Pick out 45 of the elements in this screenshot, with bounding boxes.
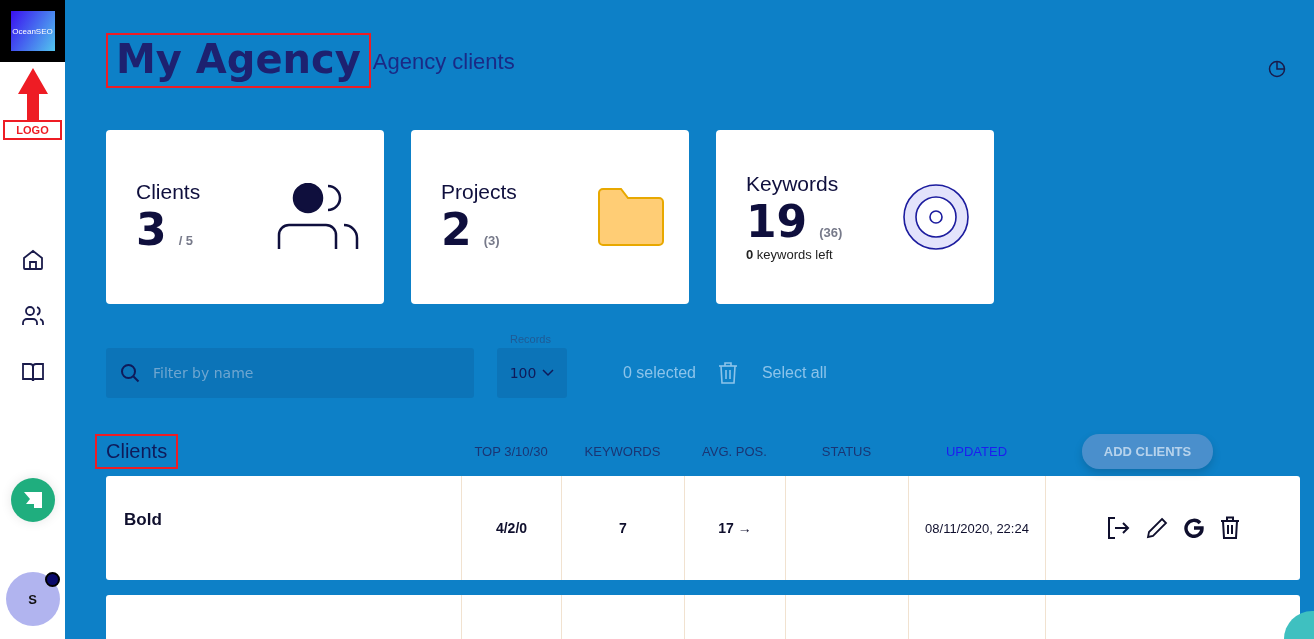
flag-icon (21, 490, 44, 510)
stat-value: 3 (136, 203, 167, 255)
table-cell: 17 → (718, 520, 752, 536)
logout-icon[interactable] (1106, 516, 1130, 540)
annotation-label: LOGO (3, 120, 62, 140)
target-icon (902, 183, 970, 251)
client-name: Bold (124, 510, 162, 530)
pie-chart-icon[interactable] (1268, 60, 1286, 78)
users-icon (276, 183, 360, 251)
delete-icon[interactable] (1220, 516, 1240, 540)
stat-value: 19 (746, 196, 808, 247)
column-header[interactable]: KEYWORDS (584, 443, 661, 459)
book-icon[interactable] (20, 360, 45, 384)
logo[interactable]: OceanSEO (10, 11, 55, 51)
stat-label: Projects (441, 179, 517, 204)
stat-label: Keywords (746, 172, 840, 196)
users-icon[interactable] (20, 304, 45, 328)
stat-total: (3) (483, 232, 500, 248)
stat-total: / 5 (178, 232, 194, 248)
column-header[interactable]: AVG. POS. (702, 443, 767, 459)
pencil-icon[interactable] (1146, 517, 1168, 539)
caret-icon (542, 369, 555, 377)
flag-button[interactable] (10, 478, 55, 522)
search-icon (120, 363, 140, 383)
google-icon[interactable] (1184, 518, 1204, 538)
stat-note: 0 keywords left (746, 247, 834, 262)
section-title: Clients (95, 433, 179, 469)
page-subtitle: Agency clients (372, 49, 515, 76)
column-header[interactable]: TOP 3/10/30 (474, 443, 548, 459)
table-cell: 7 (619, 520, 627, 536)
stat-total: (36) (819, 225, 843, 240)
folder-icon (597, 187, 665, 247)
table-cell: 4/2/0 (495, 520, 528, 536)
column-header[interactable]: UPDATED (945, 443, 1008, 459)
home-icon[interactable] (20, 248, 45, 272)
page-title: My Agency (106, 33, 371, 88)
add-clients-button[interactable]: ADD CLIENTS (1081, 433, 1214, 469)
avatar[interactable]: S (5, 572, 60, 626)
column-header[interactable]: STATUS (821, 443, 872, 459)
selected-count: 0 selected (623, 364, 696, 382)
table-cell: 08/11/2020, 22:24 (925, 520, 1029, 536)
annotation-arrow-icon (17, 68, 48, 120)
stat-value: 2 (441, 203, 472, 255)
client-row[interactable]: Bold 4/2/0 7 17 → 08/11/2020, 22:24 (106, 476, 1300, 580)
stat-label: Clients (136, 179, 201, 204)
